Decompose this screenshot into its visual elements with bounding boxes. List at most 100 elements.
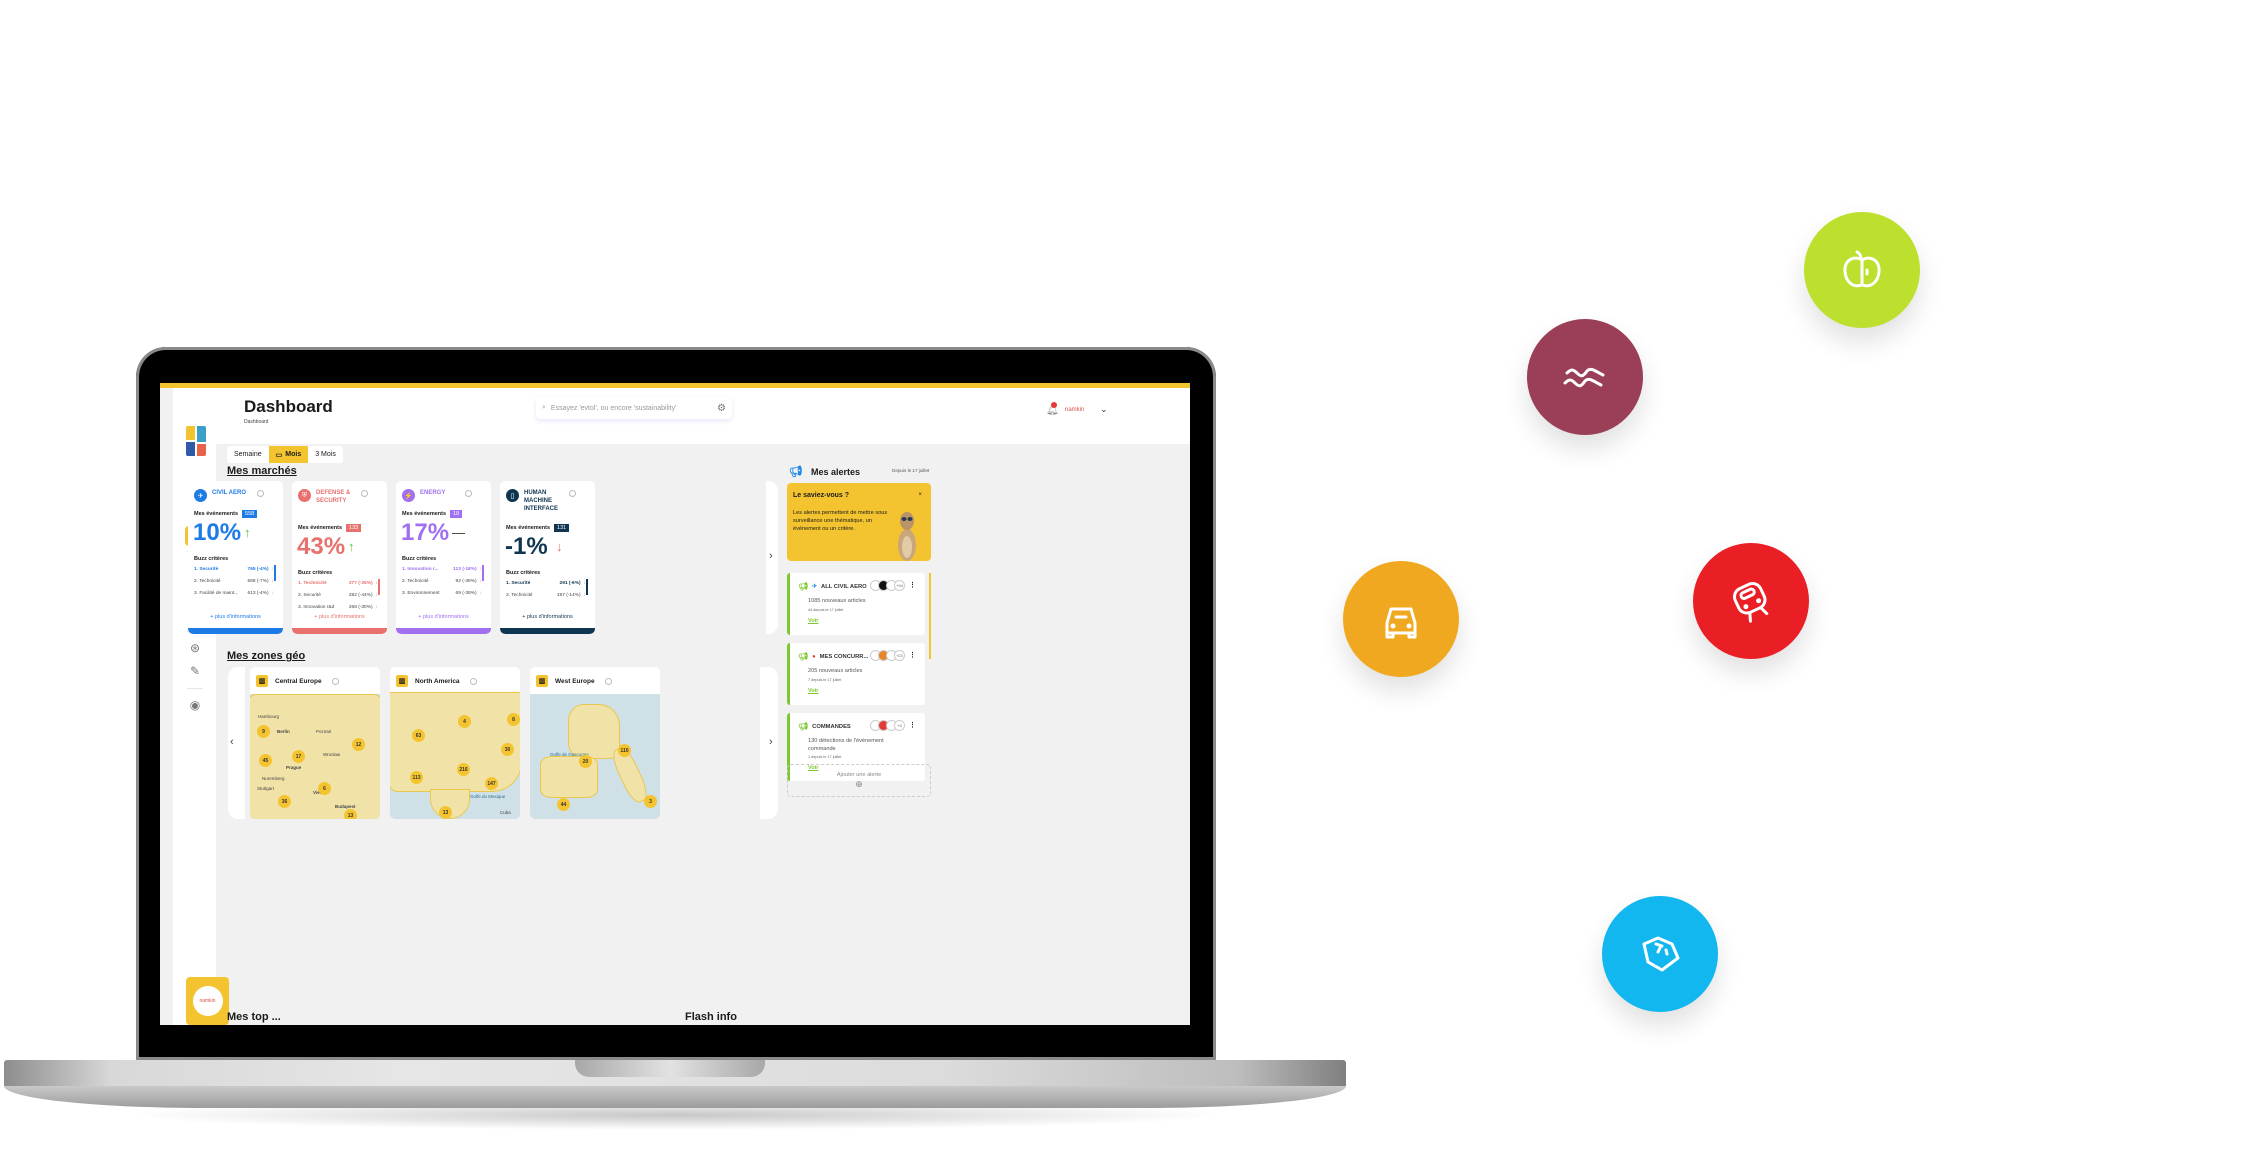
market-card[interactable]: ✈ CIVIL AERO Mes événements 558 10% ↑ Buz… xyxy=(188,481,283,634)
info-icon[interactable] xyxy=(465,490,472,497)
more-options-icon[interactable]: ⋮ xyxy=(909,651,916,659)
market-card[interactable]: ⚡ ENERGY Mes événements 18 17% — Buzz cri… xyxy=(396,481,491,634)
map-cluster[interactable]: 63 xyxy=(412,729,425,742)
buzz-label: Buzz critères xyxy=(194,556,229,562)
source-avatars[interactable]: +23 xyxy=(870,650,905,661)
criteria-scrollbar[interactable] xyxy=(482,565,484,581)
market-card[interactable]: ▯ HUMAN MACHINE INTERFACE Mes événements… xyxy=(500,481,595,634)
criteria-label: 1. Securité xyxy=(506,581,531,586)
more-options-icon[interactable]: ⋮ xyxy=(909,721,916,729)
alert-count: 1085 nouveaux articles xyxy=(808,598,866,604)
criteria-row[interactable]: 2. Technicité 92 (-39%) ↓ xyxy=(402,579,482,584)
record-icon[interactable]: ◉ xyxy=(185,695,205,715)
map-cluster[interactable]: 4 xyxy=(458,715,471,728)
criteria-row[interactable]: 1. Technicité 377 (-35%) ↓ xyxy=(298,581,378,586)
arrow-down-icon: ↓ xyxy=(271,591,274,596)
criteria-row[interactable]: 2. Technicité 197 (-14%) ↓ xyxy=(506,593,586,598)
map-north-america[interactable]: Golfe du Mexique Cuba 63 4 8 30 216 113 … xyxy=(390,692,520,819)
criteria-scrollbar[interactable] xyxy=(378,579,380,595)
alerts-scrollbar[interactable] xyxy=(929,573,931,659)
map-cluster[interactable]: 45 xyxy=(259,754,272,767)
more-info-link[interactable]: + plus d'informations xyxy=(188,614,283,620)
bell-icon[interactable]: 🔔︎ xyxy=(1046,402,1059,416)
tip-text: Les alertes permettent de mettre sous su… xyxy=(793,510,888,532)
criteria-label: 3. Innovation r&d xyxy=(298,605,335,610)
user-account-button[interactable]: namkin xyxy=(186,977,229,1025)
info-icon[interactable] xyxy=(331,677,339,685)
map-cluster[interactable]: 13 xyxy=(439,806,452,819)
criteria-row[interactable]: 2. Technicité 668 (-7%) ↓ xyxy=(194,579,274,584)
chevron-right-icon[interactable]: › xyxy=(769,550,773,562)
criteria-row[interactable]: 1. Innovation r... 113 (-18%) ↓ xyxy=(402,567,482,572)
criteria-row[interactable]: 3. Facilité de maint... 613 (-4%) ↓ xyxy=(194,591,274,596)
tip-card: Le saviez-vous ? × Les alertes permetten… xyxy=(787,483,931,561)
criteria-scrollbar[interactable] xyxy=(586,579,588,595)
map-cluster[interactable]: 20 xyxy=(579,755,592,768)
tab-3-mois[interactable]: 3 Mois xyxy=(308,446,343,463)
geo-card-central-europe[interactable]: ▥ Central Europe Hambourg Berlin Poznań W… xyxy=(250,667,380,819)
map-cluster[interactable]: 110 xyxy=(618,744,631,757)
map-cluster[interactable]: 36 xyxy=(278,795,291,808)
add-alert-button[interactable]: Ajouter une alerte ⊕ xyxy=(787,764,931,797)
map-west-europe[interactable]: Golfe de Gascogne 20 110 44 3 xyxy=(530,694,660,819)
chevron-right-icon[interactable]: › xyxy=(769,736,773,748)
info-icon[interactable] xyxy=(361,490,368,497)
app-logo[interactable] xyxy=(186,426,206,456)
tab-mois[interactable]: ▭ Mois xyxy=(268,446,309,463)
alert-card[interactable]: 📢︎ ● MES CONCURR... +23 ⋮ 205 nouveaux art… xyxy=(787,643,925,705)
chevron-down-icon[interactable]: ⌄ xyxy=(1100,404,1108,415)
map-cluster[interactable]: 3 xyxy=(644,795,657,808)
info-icon[interactable] xyxy=(604,677,612,685)
info-icon[interactable] xyxy=(469,677,477,685)
brand-logo[interactable]: namkin xyxy=(1065,407,1084,413)
map-cluster[interactable]: 17 xyxy=(292,750,305,763)
map-central-europe[interactable]: Hambourg Berlin Poznań Wrocław Prague Vi… xyxy=(250,694,380,819)
dashboard-screen: ▦ ⌂ ▥ ▤ ⊛ ✎ ◉ namkin Dashboard Dashboard… xyxy=(160,383,1190,1025)
geo-card-north-america[interactable]: ▥ North America Golfe du Mexique Cuba 63 … xyxy=(390,667,520,819)
venn-icon[interactable]: ⊛ xyxy=(185,638,205,658)
more-options-icon[interactable]: ⋮ xyxy=(909,581,916,589)
source-avatars[interactable]: +94 xyxy=(870,580,905,591)
map-label: Stuttgart xyxy=(257,786,275,791)
close-icon[interactable]: × xyxy=(918,492,922,498)
more-info-link[interactable]: + plus d'informations xyxy=(396,614,491,620)
chevron-left-icon[interactable]: ‹ xyxy=(230,736,234,748)
search-input[interactable]: ⌕ Essayez 'evtol', ou encore 'sustainabi… xyxy=(536,397,732,419)
map-cluster[interactable]: 216 xyxy=(457,763,470,776)
market-card[interactable]: ⛨ DEFENSE & SECURITY Mes événements 133 4… xyxy=(292,481,387,634)
criteria-row[interactable]: 1. Securité 765 (-4%) ↓ xyxy=(194,567,274,572)
source-avatars[interactable]: +9 xyxy=(870,720,905,731)
map-cluster[interactable]: 13 xyxy=(344,809,357,819)
criteria-row[interactable]: 1. Securité 291 (-6%) ↓ xyxy=(506,581,586,586)
criteria-scrollbar[interactable] xyxy=(274,565,276,581)
tab-semaine[interactable]: Semaine xyxy=(227,446,269,463)
map-cluster[interactable]: 6 xyxy=(318,782,331,795)
alert-card[interactable]: 📢︎ ✈ ALL CIVIL AERO +94 ⋮ 1085 nouveaux ar… xyxy=(787,573,925,635)
map-cluster[interactable]: 9 xyxy=(257,725,270,738)
map-cluster[interactable]: 44 xyxy=(557,798,570,811)
criteria-row[interactable]: 3. Environnement 69 (-39%) ↓ xyxy=(402,591,482,596)
map-cluster[interactable]: 113 xyxy=(410,771,423,784)
criteria-label: 2. Technicité xyxy=(194,579,221,584)
criteria-row[interactable]: 2. Securité 282 (-44%) ↓ xyxy=(298,593,378,598)
tab-mois-label: Mois xyxy=(285,451,302,458)
view-alert-link[interactable]: Voir xyxy=(808,618,818,624)
criteria-value: 377 (-35%) xyxy=(348,581,373,586)
info-icon[interactable] xyxy=(257,490,264,497)
more-info-link[interactable]: + plus d'informations xyxy=(500,614,595,620)
info-icon[interactable] xyxy=(569,490,576,497)
map-cluster[interactable]: 12 xyxy=(352,738,365,751)
more-info-link[interactable]: + plus d'informations xyxy=(292,614,387,620)
map-cluster[interactable]: 147 xyxy=(485,777,498,790)
pipette-icon[interactable]: ✎ xyxy=(185,661,205,681)
view-alert-link[interactable]: Voir xyxy=(808,688,818,694)
rail-bubble xyxy=(1693,543,1809,659)
map-cluster[interactable]: 30 xyxy=(501,743,514,756)
geo-card-west-europe[interactable]: ▥ West Europe Golfe de Gascogne 20 110 44… xyxy=(530,667,660,819)
events-text: Mes événements xyxy=(506,525,551,531)
dash-icon: — xyxy=(452,525,465,540)
criteria-row[interactable]: 3. Innovation r&d 268 (-30%) ↓ xyxy=(298,605,378,610)
map-cluster[interactable]: 8 xyxy=(507,713,520,726)
gear-icon[interactable]: ⚙ xyxy=(717,403,726,414)
breadcrumb[interactable]: Dashboard xyxy=(244,419,268,425)
